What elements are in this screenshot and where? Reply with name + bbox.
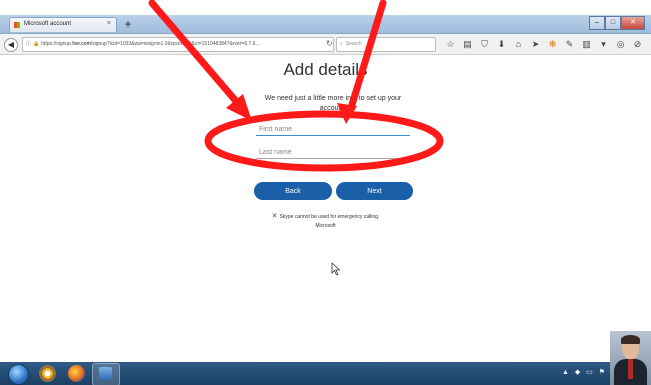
extension-icon[interactable]: ❋ [544,37,561,51]
system-tray[interactable]: ▲ ◆ ▭ ⚑ [562,368,607,376]
tab-close-icon[interactable]: × [107,20,111,27]
bookmark-star-icon[interactable]: ☆ [442,37,459,51]
new-tab-button[interactable]: + [121,17,135,31]
download-icon[interactable]: ⬇ [493,37,510,51]
no-emergency-icon: ✕ [271,213,278,220]
toolbar-icons: ☆ ▤ ⛉ ⬇ ⌂ ➤ ❋ ✎ ▥ ▾ ◎ ⊘ ≡ [442,37,651,51]
page-title: Add details [283,60,368,79]
lock-icon: 🔒 [33,41,40,47]
presenter-hair [621,335,640,344]
webcam-overlay [610,331,651,385]
browser-tab[interactable]: Microsoft account × [9,17,117,32]
active-window-taskbar-icon[interactable] [92,363,120,385]
page-subtitle: We need just a little more info to set u… [264,95,402,112]
dropdown-icon[interactable]: ▾ [595,37,612,51]
search-icon: ⌕ [340,41,343,47]
url-host: live.com [72,41,91,47]
url-prefix: https://signup. [41,41,73,47]
info-icon[interactable]: ⓘ [26,41,31,47]
reading-list-icon[interactable]: ▤ [459,37,476,51]
windows-taskbar: ▲ ◆ ▭ ⚑ [0,362,651,385]
reload-icon[interactable]: ↻ [326,39,333,48]
firefox-taskbar-icon[interactable] [68,365,85,382]
first-name-field[interactable] [256,124,410,136]
red-ellipse-highlight [204,110,444,172]
back-button[interactable]: Back [254,182,332,200]
window-app-icon [99,367,112,380]
next-button[interactable]: Next [336,182,413,200]
home-icon[interactable]: ⌂ [510,37,527,51]
search-placeholder: Search [345,41,362,47]
browser-nav-bar: ◀ ⓘ 🔒 https://signup.live.com/signup?lcid=… [0,34,651,55]
mouse-cursor-icon [331,262,341,276]
sync-icon[interactable]: ◎ [612,37,629,51]
last-name-field[interactable] [256,147,410,159]
presenter-tie [628,359,633,379]
screenshot-icon[interactable]: ⊘ [629,37,646,51]
pocket-icon[interactable]: ⛉ [476,37,493,51]
minimize-button[interactable]: – [589,16,605,30]
skype-notice: ✕ Skype cannot be used for emergency call… [0,212,651,220]
start-button[interactable] [8,364,29,385]
send-icon[interactable]: ➤ [527,37,544,51]
tab-title: Microsoft account [24,21,72,27]
top-margin [0,0,651,15]
close-window-button[interactable]: ✕ [621,16,645,30]
browser-back-icon[interactable]: ◀ [4,38,18,52]
microsoft-footer[interactable]: Microsoft [0,223,651,229]
window-controls: – □ ✕ [589,16,645,30]
screen: Microsoft account × + – □ ✕ ◀ ⓘ 🔒 https://… [0,0,651,385]
address-bar[interactable]: ⓘ 🔒 https://signup.live.com/signup?lcid=10… [22,37,334,52]
chrome-taskbar-icon[interactable] [39,365,56,382]
microsoft-favicon-icon [14,22,20,28]
menu-icon[interactable]: ≡ [646,37,651,51]
skype-notice-text: Skype cannot be used for emergency calli… [279,214,380,220]
maximize-button[interactable]: □ [605,16,621,30]
url-path: /signup?lcid=1033&wa=wsignin1.0&rpsnv=13… [90,41,260,47]
browser-search-box[interactable]: ⌕ Search [336,37,436,52]
browser-tab-strip: Microsoft account × + – □ ✕ [0,15,651,34]
addon-icon[interactable]: ✎ [561,37,578,51]
red-arrowhead-left [226,94,252,121]
library-icon[interactable]: ▥ [578,37,595,51]
